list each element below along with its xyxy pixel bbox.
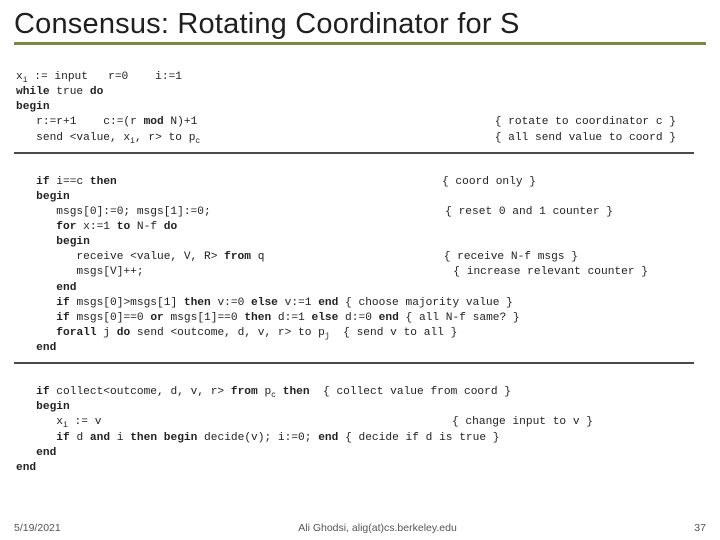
comment: { reset 0 and 1 counter } <box>445 205 706 220</box>
code-line: send <value, xi, r> to pc{ all send valu… <box>16 132 200 144</box>
code-block-1: xi := input r=0 i:=1 while true do begin… <box>14 55 706 146</box>
comment: { send v to all } <box>330 327 458 339</box>
footer-date: 5/19/2021 <box>14 522 61 534</box>
footer: 5/19/2021 Ali Ghodsi, alig(at)cs.berkele… <box>14 522 706 534</box>
code-line: forall j do send <outcome, d, v, r> to p… <box>16 327 457 339</box>
code-line: for x:=1 to N-f do <box>16 221 177 233</box>
comment: { collect value from coord } <box>310 386 511 398</box>
code-line: xi := v{ change input to v } <box>16 416 101 428</box>
divider <box>14 362 694 364</box>
comment: { rotate to coordinator c } <box>495 115 706 130</box>
code-line: if d and i then begin decide(v); i:=0; e… <box>16 432 500 444</box>
code-line: if msgs[0]>msgs[1] then v:=0 else v:=1 e… <box>16 297 513 309</box>
code-line: begin <box>16 236 90 248</box>
comment: { all send value to coord } <box>495 131 706 146</box>
comment: { coord only } <box>442 175 706 190</box>
code-line: end <box>16 462 36 474</box>
code-block-3: if collect<outcome, d, v, r> from pc the… <box>14 370 706 476</box>
code-line: begin <box>16 101 50 113</box>
code-line: end <box>16 282 76 294</box>
code-line: r:=r+1 c:=(r mod N)+1{ rotate to coordin… <box>16 116 197 128</box>
footer-page: 37 <box>694 522 706 534</box>
code-line: end <box>16 342 56 354</box>
code-line: if msgs[0]==0 or msgs[1]==0 then d:=1 el… <box>16 312 520 324</box>
code-line: msgs[0]:=0; msgs[1]:=0;{ reset 0 and 1 c… <box>16 206 211 218</box>
comment: { receive N-f msgs } <box>444 250 706 265</box>
code-line: begin <box>16 401 70 413</box>
code-line: xi := input r=0 i:=1 <box>16 71 182 83</box>
comment: { increase relevant counter } <box>453 265 706 280</box>
code-line: if i==c then{ coord only } <box>16 176 117 188</box>
divider <box>14 152 694 154</box>
comment: { choose majority value } <box>338 297 513 309</box>
page-title: Consensus: Rotating Coordinator for S <box>14 8 706 45</box>
comment: { all N-f same? } <box>399 312 520 324</box>
code-line: begin <box>16 191 70 203</box>
code-line: receive <value, V, R> from q{ receive N-… <box>16 251 264 263</box>
footer-author: Ali Ghodsi, alig(at)cs.berkeley.edu <box>298 522 457 534</box>
code-block-2: if i==c then{ coord only } begin msgs[0]… <box>14 160 706 356</box>
code-line: msgs[V]++;{ increase relevant counter } <box>16 266 144 278</box>
slide: Consensus: Rotating Coordinator for S xi… <box>0 0 720 540</box>
code-line: while true do <box>16 86 103 98</box>
code-line: end <box>16 447 56 459</box>
code-line: if collect<outcome, d, v, r> from pc the… <box>16 386 511 398</box>
comment: { decide if d is true } <box>338 432 499 444</box>
comment: { change input to v } <box>452 415 706 430</box>
